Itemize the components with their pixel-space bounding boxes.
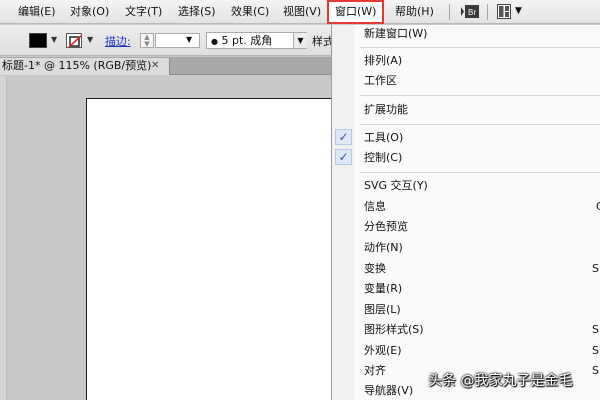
menu-edit[interactable]: 编辑(E)	[18, 4, 56, 20]
menu-divider	[360, 95, 600, 96]
menu-item-extensions[interactable]: 扩展功能	[364, 101, 408, 119]
brush-definition-value: 5 pt. 成角	[221, 34, 273, 47]
menu-item-align[interactable]: 对齐	[364, 362, 386, 380]
menu-type[interactable]: 文字(T)	[125, 4, 162, 20]
stroke-weight-field[interactable]	[155, 33, 200, 48]
menu-effect[interactable]: 效果(C)	[231, 4, 269, 20]
style-label: 样式	[312, 35, 331, 48]
arrange-documents-icon[interactable]	[497, 4, 511, 19]
brush-definition-select[interactable]: ● 5 pt. 成角	[206, 32, 307, 49]
chevron-down-icon[interactable]: ▼	[186, 35, 192, 44]
document-title: 标题-1* @ 115% (RGB/预览)	[2, 59, 152, 72]
watermark-text: 头条 @我家丸子是金毛	[428, 373, 573, 389]
menu-item-variables[interactable]: 变量(R)	[364, 280, 402, 298]
menu-item-appearance-shortcut: S	[592, 344, 599, 357]
menu-item-transform[interactable]: 变换	[364, 260, 386, 278]
artboard[interactable]	[86, 98, 332, 400]
menu-item-appearance[interactable]: 外观(E)	[364, 342, 402, 360]
checkmark-icon: ✓	[335, 129, 352, 145]
chevron-down-icon[interactable]: ▼	[515, 6, 522, 16]
menu-item-svg-interactivity[interactable]: SVG 交互(Y)	[364, 177, 428, 195]
menu-view[interactable]: 视图(V)	[283, 4, 321, 20]
bridge-icon-label: Br	[468, 8, 476, 17]
menu-item-arrange[interactable]: 排列(A)	[364, 52, 402, 70]
menu-item-info[interactable]: 信息	[364, 198, 386, 216]
document-tab[interactable]: 标题-1* @ 115% (RGB/预览) ✕	[0, 58, 170, 75]
menu-item-align-shortcut: S	[592, 364, 599, 377]
menu-help[interactable]: 帮助(H)	[395, 4, 434, 20]
chevron-down-icon[interactable]: ▼	[51, 35, 57, 44]
menu-object[interactable]: 对象(O)	[70, 4, 109, 20]
menu-window[interactable]: 窗口(W)	[327, 0, 385, 24]
menu-item-graphic-styles[interactable]: 图形样式(S)	[364, 321, 424, 339]
menu-item-workspace[interactable]: 工作区	[364, 72, 397, 90]
stroke-panel-link[interactable]: 描边:	[105, 33, 131, 49]
menu-item-new-window[interactable]: 新建窗口(W)	[364, 25, 427, 43]
chevron-down-icon[interactable]: ▼	[87, 35, 93, 44]
menu-select[interactable]: 选择(S)	[178, 4, 216, 20]
menu-separator	[487, 4, 488, 20]
menu-bar: 编辑(E) 对象(O) 文字(T) 选择(S) 效果(C) 视图(V) 窗口(W…	[0, 0, 600, 24]
brush-dot-icon: ●	[211, 37, 218, 46]
close-icon[interactable]: ✕	[151, 58, 159, 74]
menu-item-tools[interactable]: 工具(O)	[364, 129, 403, 147]
canvas-area[interactable]	[0, 76, 332, 400]
menu-divider	[360, 124, 600, 125]
fill-color-swatch[interactable]	[29, 33, 47, 48]
menu-separator	[449, 4, 450, 20]
no-stroke-icon	[67, 34, 81, 47]
stroke-color-swatch[interactable]	[66, 33, 82, 48]
chevron-down-icon[interactable]: ▼	[293, 33, 307, 48]
menu-item-navigator[interactable]: 导航器(V)	[364, 382, 413, 400]
menu-icon-column	[332, 25, 354, 400]
tools-panel-edge	[0, 76, 7, 400]
checkmark-icon: ✓	[335, 149, 352, 165]
menu-item-graphic-styles-shortcut: S	[592, 323, 599, 336]
menu-item-info-shortcut: C	[596, 200, 600, 213]
menu-item-actions[interactable]: 动作(N)	[364, 239, 403, 257]
menu-item-control[interactable]: 控制(C)	[364, 149, 402, 167]
menu-divider	[360, 47, 600, 48]
menu-item-separations-preview[interactable]: 分色预览	[364, 218, 408, 236]
window-menu-dropdown: 新建窗口(W) 排列(A) 工作区 扩展功能 ✓ 工具(O) ✓ 控制(C) S…	[331, 25, 600, 400]
menu-divider	[360, 172, 600, 173]
menu-item-layers[interactable]: 图层(L)	[364, 301, 401, 319]
stroke-weight-stepper[interactable]: ▲ ▼	[140, 33, 154, 48]
bridge-icon[interactable]: Br	[460, 4, 480, 19]
menu-item-transform-shortcut: S	[592, 262, 599, 275]
